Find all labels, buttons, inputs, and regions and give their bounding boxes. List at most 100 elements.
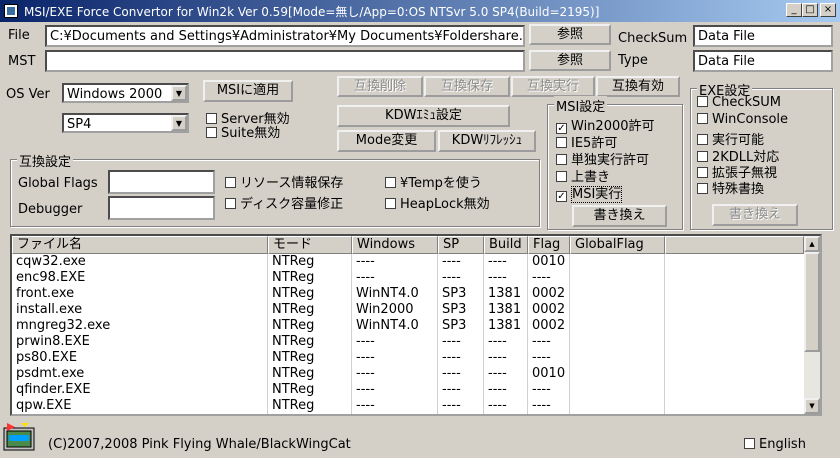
title-bar[interactable]: MSI/EXE Force Convertor for Win2k Ver 0.… [0, 0, 840, 22]
checkbox-box[interactable] [697, 134, 708, 145]
table-row[interactable]: mngreg32.exe NTReg WinNT4.0 SP3 1381 0002 [12, 318, 807, 334]
kdw-emu-settings-button[interactable]: KDWｴﾐｭ設定 [337, 105, 510, 127]
checkbox-box[interactable] [225, 198, 236, 209]
msi-rewrite-button[interactable]: 書き換え [572, 205, 667, 227]
checkbox-box[interactable] [206, 127, 217, 138]
table-row[interactable]: qfinder.EXE NTReg ---- ---- ---- ---- [12, 382, 807, 398]
checkbox-box[interactable] [697, 113, 708, 124]
checkbox-box[interactable] [385, 177, 396, 188]
checkbox-box[interactable] [697, 183, 708, 194]
table-row[interactable]: qpw.EXE NTReg ---- ---- ---- ---- [12, 398, 807, 414]
checksum-field[interactable]: Data File [693, 25, 833, 47]
type-field[interactable]: Data File [693, 50, 833, 72]
minimize-button[interactable]: _ [786, 3, 802, 17]
table-cell: 1381 [484, 302, 528, 318]
checkbox-box[interactable] [556, 137, 567, 148]
column-mode[interactable]: モード [268, 236, 352, 254]
file-path-field[interactable]: C:¥Documents and Settings¥Administrator¥… [45, 25, 525, 47]
column-flag[interactable]: Flag [528, 236, 570, 254]
checkbox-box[interactable] [556, 171, 567, 182]
vertical-scrollbar[interactable]: ▲ ▼ [804, 236, 820, 414]
table-cell: ---- [438, 254, 484, 270]
checkbox-box[interactable] [225, 177, 236, 188]
msi-ie5-checkbox[interactable]: IE5許可 [556, 132, 617, 151]
table-cell: ---- [438, 398, 484, 414]
column-globalflag[interactable]: GlobalFlag [570, 236, 665, 254]
msi-overwrite-checkbox[interactable]: 上書き [556, 166, 610, 185]
table-row[interactable]: install.exe NTReg Win2000 SP3 1381 0002 [12, 302, 807, 318]
table-cell: SP3 [438, 286, 484, 302]
checkbox-box[interactable] [697, 151, 708, 162]
apply-msi-button[interactable]: MSIに適用 [203, 80, 293, 102]
maximize-button[interactable]: □ [802, 3, 818, 17]
column-build[interactable]: Build [484, 236, 528, 254]
file-browse-button[interactable]: 参照 [529, 24, 611, 45]
column-sp[interactable]: SP [438, 236, 484, 254]
table-cell: 0002 [528, 286, 570, 302]
global-flags-field[interactable] [108, 170, 215, 194]
sp-select[interactable]: SP4 ▼ [62, 113, 189, 133]
table-cell [570, 350, 665, 366]
table-cell: NTReg [268, 398, 352, 414]
os-ver-label: OS Ver [6, 87, 50, 102]
table-cell: ---- [484, 382, 528, 398]
compat-enable-button[interactable]: 互換有効 [596, 76, 680, 97]
table-row[interactable]: cqw32.exe NTReg ---- ---- ---- 0010 [12, 254, 807, 270]
close-button[interactable]: × [820, 3, 836, 17]
checkbox-box[interactable] [697, 167, 708, 178]
checkbox-box[interactable]: ✓ [556, 191, 567, 202]
exe-executable-checkbox[interactable]: 実行可能 [697, 129, 764, 148]
table-row[interactable]: prwin8.EXE NTReg ---- ---- ---- ---- [12, 334, 807, 350]
compat-settings-title: 互換設定 [17, 151, 74, 170]
table-cell: NTReg [268, 302, 352, 318]
compat-run-button[interactable]: 互換実行 [511, 76, 595, 97]
chevron-down-icon[interactable]: ▼ [171, 85, 187, 101]
scroll-thumb[interactable] [804, 252, 820, 352]
column-filename[interactable]: ファイル名 [12, 236, 268, 254]
msi-run-checkbox[interactable]: ✓ MSI実行 [556, 183, 623, 203]
compat-delete-button[interactable]: 互換削除 [337, 76, 423, 97]
checkbox-box[interactable] [744, 438, 755, 449]
disk-fix-checkbox[interactable]: ディスク容量修正 [225, 193, 343, 212]
mode-change-button[interactable]: Mode変更 [337, 130, 436, 152]
table-cell [570, 334, 665, 350]
exe-ignore-ext-checkbox[interactable]: 拡張子無視 [697, 162, 777, 181]
table-row[interactable]: ps80.EXE NTReg ---- ---- ---- ---- [12, 350, 807, 366]
suite-disable-checkbox[interactable]: Suite無効 [206, 122, 280, 141]
checkbox-box[interactable] [697, 96, 708, 107]
table-row[interactable]: psdmt.exe NTReg ---- ---- ---- 0010 [12, 366, 807, 382]
msi-settings-title: MSI設定 [554, 96, 608, 115]
exe-special-rewrite-checkbox[interactable]: 特殊書換 [697, 178, 764, 197]
exe-rewrite-button[interactable]: 書き換え [712, 204, 798, 226]
table-cell: install.exe [12, 302, 268, 318]
exe-winconsole-checkbox[interactable]: WinConsole [697, 112, 788, 128]
table-row[interactable]: front.exe NTReg WinNT4.0 SP3 1381 0002 [12, 286, 807, 302]
compat-save-button[interactable]: 互換保存 [424, 76, 510, 97]
file-list[interactable]: ファイル名 モード Windows SP Build Flag GlobalFl… [10, 234, 822, 416]
mst-browse-button[interactable]: 参照 [529, 50, 611, 71]
debugger-field[interactable] [108, 196, 215, 220]
table-cell: ---- [438, 366, 484, 382]
table-cell [570, 398, 665, 414]
english-checkbox[interactable]: English [744, 437, 806, 453]
column-windows[interactable]: Windows [352, 236, 438, 254]
scroll-down-icon[interactable]: ▼ [804, 398, 820, 414]
table-cell: ---- [352, 350, 438, 366]
exe-checksum-checkbox[interactable]: CheckSUM [697, 95, 781, 111]
exe-2kdll-checkbox[interactable]: 2KDLL対応 [697, 146, 779, 165]
mst-path-field[interactable] [45, 50, 525, 72]
table-cell: psdmt.exe [12, 366, 268, 382]
heaplock-checkbox[interactable]: HeapLock無効 [385, 193, 490, 212]
os-version-select[interactable]: Windows 2000 ▼ [62, 83, 189, 103]
checkbox-box[interactable] [385, 198, 396, 209]
msi-standalone-checkbox[interactable]: 単独実行許可 [556, 149, 649, 168]
chevron-down-icon[interactable]: ▼ [171, 115, 187, 131]
msi-win2000-checkbox[interactable]: ✓ Win2000許可 [556, 115, 655, 134]
kdw-refresh-button[interactable]: KDWﾘﾌﾚｯｼｭ [438, 130, 536, 152]
checkbox-box[interactable] [556, 154, 567, 165]
msi-run-label: MSI実行 [571, 186, 623, 203]
resource-save-checkbox[interactable]: リソース情報保存 [225, 172, 343, 191]
table-row[interactable]: enc98.EXE NTReg ---- ---- ---- ---- [12, 270, 807, 286]
use-temp-checkbox[interactable]: ¥Tempを使う [385, 172, 482, 191]
scroll-up-icon[interactable]: ▲ [804, 236, 820, 252]
